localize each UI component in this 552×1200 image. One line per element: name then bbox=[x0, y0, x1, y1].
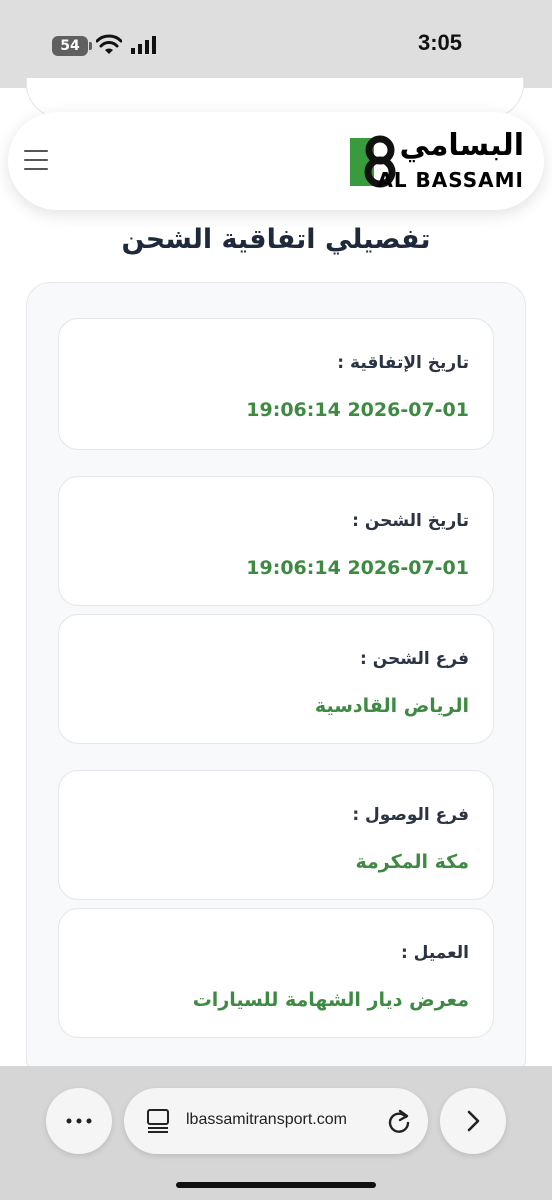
reload-icon[interactable] bbox=[386, 1108, 412, 1134]
hamburger-menu-icon[interactable] bbox=[24, 150, 48, 170]
shipping-date-label: تاريخ الشحن : bbox=[352, 511, 469, 531]
arrival-branch-card: فرع الوصول : مكة المكرمة bbox=[58, 770, 494, 900]
cellular-signal-icon bbox=[131, 36, 156, 54]
arrival-branch-value: مكة المكرمة bbox=[355, 851, 470, 873]
logo-arabic-text: البسامي bbox=[399, 128, 524, 163]
logo-english-text: AL BASSAMI bbox=[377, 168, 524, 192]
forward-button[interactable] bbox=[440, 1088, 506, 1154]
shipping-branch-card: فرع الشحن : الرياض القادسية bbox=[58, 614, 494, 744]
address-bar[interactable]: lbassamitransport.com bbox=[124, 1088, 428, 1154]
agreement-date-card: تاريخ الإتفاقية : 2026-07-01 19:06:14 bbox=[58, 318, 494, 450]
shipping-branch-label: فرع الشحن : bbox=[359, 649, 469, 669]
more-dots-icon bbox=[66, 1118, 92, 1124]
tab-overview-icon[interactable] bbox=[146, 1108, 170, 1134]
shipping-date-card: تاريخ الشحن : 2026-07-01 19:06:14 bbox=[58, 476, 494, 606]
arrival-branch-label: فرع الوصول : bbox=[352, 805, 469, 825]
al-bassami-logo[interactable]: البسامي AL BASSAMI bbox=[348, 128, 528, 194]
wifi-icon bbox=[96, 34, 122, 54]
shipping-branch-value: الرياض القادسية bbox=[314, 695, 469, 717]
customer-label: العميل : bbox=[400, 943, 469, 963]
site-header: البسامي AL BASSAMI bbox=[8, 112, 544, 210]
page-title: تفصيلي اتفاقية الشحن bbox=[121, 224, 431, 255]
chevron-right-icon bbox=[467, 1110, 480, 1132]
customer-card: العميل : معرض ديار الشهامة للسيارات bbox=[58, 908, 494, 1038]
agreement-date-value: 2026-07-01 19:06:14 bbox=[246, 399, 469, 421]
url-text: lbassamitransport.com bbox=[186, 1111, 347, 1128]
more-options-button[interactable] bbox=[46, 1088, 112, 1154]
battery-level: 54 bbox=[60, 38, 80, 54]
shipping-date-value: 2026-07-01 19:06:14 bbox=[246, 557, 469, 579]
home-indicator bbox=[176, 1182, 376, 1188]
battery-icon: 54 bbox=[52, 36, 92, 56]
status-bar: 54 3:05 bbox=[0, 0, 552, 88]
agreement-date-label: تاريخ الإتفاقية : bbox=[337, 353, 469, 373]
status-time: 3:05 bbox=[418, 30, 463, 55]
customer-value: معرض ديار الشهامة للسيارات bbox=[192, 989, 469, 1011]
